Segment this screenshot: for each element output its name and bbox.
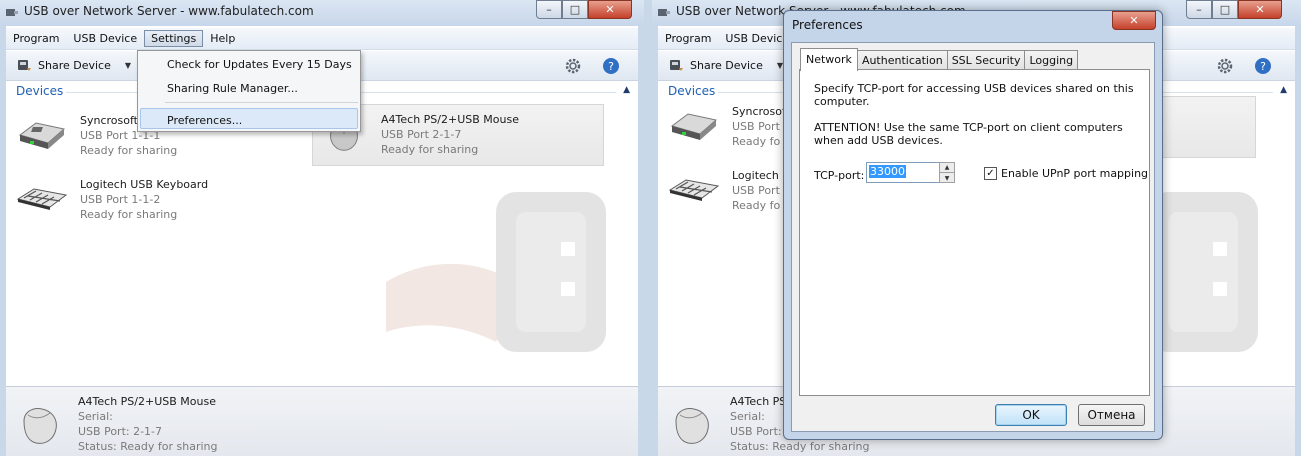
collapse-icon[interactable]: ▲ [1280, 85, 1287, 95]
detail-name: A4Tech PS/2+USB Mouse [78, 395, 216, 408]
menu-bar: Program USB Device Settings Help [6, 28, 638, 50]
spin-up-icon[interactable]: ▲ [940, 163, 954, 173]
svg-text:?: ? [1260, 60, 1266, 73]
device-name: A4Tech PS/2+USB Mouse [381, 113, 519, 126]
ok-button[interactable]: OK [995, 404, 1067, 426]
caption-buttons: – □ ✕ [1186, 0, 1282, 19]
spin-down-icon[interactable]: ▼ [940, 173, 954, 183]
device-item-logitech-keyboard[interactable]: Logitech USB Keyboard USB Port 1-1-2 Rea… [16, 177, 208, 222]
device-name: Syncrosof [732, 105, 786, 118]
attention-note: ATTENTION! Use the same TCP-port on clie… [814, 121, 1123, 147]
device-status: Ready fo [732, 199, 781, 212]
device-port: USB Port [732, 184, 780, 197]
device-port: USB Port 1-1-2 [80, 193, 161, 206]
keyboard-icon [16, 188, 68, 210]
gear-icon[interactable] [1216, 57, 1234, 75]
usb-drive-icon [18, 122, 66, 149]
usb-plug-watermark [386, 192, 606, 352]
settings-dropdown-menu: Check for Updates Every 15 Days Sharing … [137, 50, 361, 132]
device-status: Ready for sharing [381, 143, 479, 156]
server-window-left: USB over Network Server - www.fabulatech… [0, 0, 644, 456]
detail-serial: Serial: [78, 410, 113, 423]
minimize-button[interactable]: – [536, 0, 562, 19]
tcp-port-value: 33000 [869, 165, 906, 178]
detail-status: Status: Ready for sharing [730, 440, 870, 453]
gear-icon[interactable] [564, 57, 582, 75]
close-button[interactable]: ✕ [1238, 0, 1282, 19]
tab-network[interactable]: Network [800, 48, 858, 71]
device-item-logitech-keyboard[interactable]: Logitech USB Port Ready fo [668, 168, 780, 213]
caption-buttons: – □ ✕ [536, 0, 632, 19]
device-item-syncrosoft[interactable]: Syncrosof USB Port Ready fo [668, 104, 786, 149]
app-icon [6, 9, 18, 16]
device-status: Ready for sharing [80, 208, 178, 221]
menu-help[interactable]: Help [203, 30, 242, 47]
app-icon [658, 9, 670, 16]
device-status: Ready fo [732, 135, 781, 148]
share-device-label: Share Device [690, 58, 763, 72]
window-title: USB over Network Server - www.fabulatech… [24, 4, 314, 18]
device-details-panel: A4Tech PS/2+USB Mouse Serial: USB Port: … [6, 386, 638, 456]
close-button[interactable]: ✕ [588, 0, 632, 19]
devices-header: Devices [668, 84, 716, 98]
device-port: USB Port [732, 120, 780, 133]
menu-usb-device[interactable]: USB Device [66, 30, 144, 47]
upnp-option[interactable]: ✓ Enable UPnP port mapping [984, 167, 1148, 180]
maximize-button[interactable]: □ [562, 0, 588, 19]
detail-status: Status: Ready for sharing [78, 440, 218, 453]
tcp-port-input[interactable]: 33000 [866, 162, 941, 183]
share-device-icon [670, 60, 683, 71]
usb-drive-icon [670, 113, 718, 140]
collapse-icon[interactable]: ▲ [623, 85, 630, 95]
tab-strip: Network Authentication SSL Security Logg… [800, 48, 1079, 71]
menu-item-check-updates[interactable]: Check for Updates Every 15 Days [167, 58, 352, 71]
dialog-title: Preferences [792, 18, 863, 32]
share-device-button[interactable]: Share Device ▼ [668, 57, 783, 73]
minimize-button[interactable]: – [1186, 0, 1212, 19]
preferences-dialog: Preferences ✕ Network Authentication SSL… [783, 10, 1163, 440]
maximize-button[interactable]: □ [1212, 0, 1238, 19]
device-name: Logitech USB Keyboard [80, 178, 209, 191]
mouse-icon [23, 408, 57, 444]
share-device-icon [18, 60, 31, 71]
tcp-port-spinner[interactable]: ▲ ▼ [939, 162, 955, 183]
device-name: Logitech [732, 169, 779, 182]
device-port: USB Port 2-1-7 [381, 128, 462, 141]
tcp-port-description: Specify TCP-port for accessing USB devic… [814, 82, 1134, 108]
keyboard-icon [668, 179, 720, 201]
help-icon[interactable]: ? [1254, 57, 1272, 75]
devices-header: Devices [16, 84, 64, 98]
menu-program[interactable]: Program [6, 30, 66, 47]
tab-logging[interactable]: Logging [1024, 50, 1079, 71]
network-tab-panel: Specify TCP-port for accessing USB devic… [799, 69, 1150, 396]
share-device-button[interactable]: Share Device ▼ [16, 57, 131, 73]
menu-settings[interactable]: Settings [144, 30, 204, 47]
tcp-port-label: TCP-port: [814, 169, 865, 182]
svg-text:?: ? [608, 60, 614, 73]
tab-ssl-security[interactable]: SSL Security [946, 50, 1026, 71]
dropdown-arrow-icon[interactable]: ▼ [125, 61, 131, 70]
upnp-label: Enable UPnP port mapping [1001, 167, 1149, 180]
share-device-label: Share Device [38, 58, 111, 72]
close-button[interactable]: ✕ [1112, 11, 1156, 30]
menu-item-preferences[interactable]: Preferences... [167, 114, 242, 127]
menu-item-sharing-rule-manager[interactable]: Sharing Rule Manager... [167, 82, 298, 95]
upnp-checkbox[interactable]: ✓ [984, 167, 997, 180]
tab-authentication[interactable]: Authentication [856, 50, 948, 71]
detail-port: USB Port: 2-1-7 [78, 425, 163, 438]
help-icon[interactable]: ? [602, 57, 620, 75]
dialog-body: Network Authentication SSL Security Logg… [791, 42, 1155, 432]
device-status: Ready for sharing [80, 144, 178, 157]
cancel-button[interactable]: Отмена [1078, 404, 1145, 426]
mouse-icon [675, 408, 709, 444]
menu-program[interactable]: Program [658, 30, 718, 47]
